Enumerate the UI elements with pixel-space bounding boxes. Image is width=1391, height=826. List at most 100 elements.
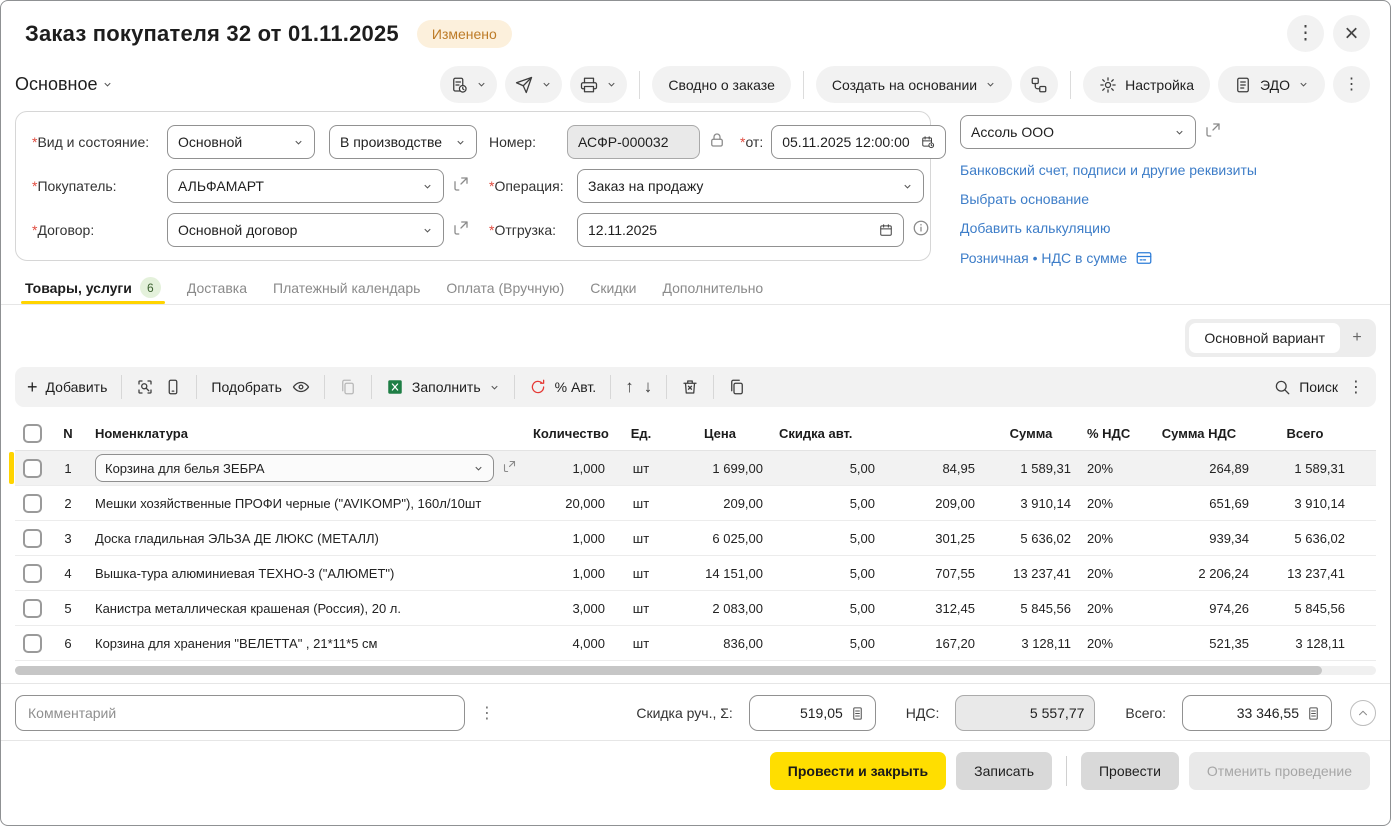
cell-sum[interactable]: 5 845,56 [983,601,1079,616]
col-nomenclature[interactable]: Номенклатура [87,426,525,441]
table-more-button[interactable]: ⋮ [1348,377,1364,397]
variant-add-button[interactable]: + [1342,329,1372,347]
move-row-down-button[interactable]: ↓ [644,377,653,397]
select-all-checkbox[interactable] [23,424,42,443]
date-field[interactable]: 05.11.2025 12:00:00 [771,125,946,159]
cell-sum[interactable]: 3 128,11 [983,636,1079,651]
print-button[interactable] [570,66,627,103]
cell-nomenclature[interactable]: Доска гладильная ЭЛЬЗА ДЕ ЛЮКС (МЕТАЛЛ) [87,531,525,546]
cell-discount-sum[interactable]: 301,25 [883,531,983,546]
cell-discount-percent[interactable]: 5,00 [771,636,883,651]
tab-discounts[interactable]: Скидки [590,271,636,304]
cell-vat-percent[interactable]: 20% [1079,601,1141,616]
cell-price[interactable]: 1 699,00 [669,461,771,476]
cell-nomenclature[interactable]: Вышка-тура алюминиевая ТЕХНО-3 ("АЛЮМЕТ"… [87,566,525,581]
cell-price[interactable]: 836,00 [669,636,771,651]
cell-discount-sum[interactable]: 707,55 [883,566,983,581]
cell-discount-percent[interactable]: 5,00 [771,601,883,616]
post-and-close-button[interactable]: Провести и закрыть [770,752,946,790]
contract-select[interactable]: Основной договор [167,213,444,247]
cell-price[interactable]: 209,00 [669,496,771,511]
bank-requisites-link[interactable]: Банковский счет, подписи и другие реквиз… [960,162,1380,178]
pick-items-button[interactable]: Подобрать [211,379,282,395]
edo-button[interactable]: ЭДО [1218,66,1325,103]
copy-row-button[interactable] [728,378,746,396]
cell-quantity[interactable]: 1,000 [525,531,613,546]
posting-report-button[interactable] [440,66,497,103]
cell-vat-percent[interactable]: 20% [1079,566,1141,581]
col-vat-sum[interactable]: Сумма НДС [1141,426,1257,441]
table-row[interactable]: 4 Вышка-тура алюминиевая ТЕХНО-3 ("АЛЮМЕ… [15,556,1376,591]
cell-sum[interactable]: 13 237,41 [983,566,1079,581]
cell-quantity[interactable]: 20,000 [525,496,613,511]
post-button[interactable]: Провести [1081,752,1179,790]
tab-additional[interactable]: Дополнительно [662,271,763,304]
table-row[interactable]: 2 Мешки хозяйственные ПРОФИ черные ("AVI… [15,486,1376,521]
table-row[interactable]: 1 Корзина для белья ЗЕБРА 1,000 шт 1 699… [15,451,1376,486]
col-auto-discount[interactable]: Скидка авт. [771,426,883,441]
cell-quantity[interactable]: 4,000 [525,636,613,651]
table-row[interactable]: 5 Канистра металлическая крашеная (Росси… [15,591,1376,626]
col-total[interactable]: Всего [1257,426,1353,441]
cell-discount-sum[interactable]: 84,95 [883,461,983,476]
cell-vat-percent[interactable]: 20% [1079,531,1141,546]
shipment-date-field[interactable]: 12.11.2025 [577,213,904,247]
organization-select[interactable]: Ассоль ООО [960,115,1196,149]
row-checkbox[interactable] [23,634,42,653]
tab-payment-calendar[interactable]: Платежный календарь [273,271,420,304]
kind-select[interactable]: Основной [167,125,315,159]
move-row-up-button[interactable]: ↑ [625,377,634,397]
col-sum[interactable]: Сумма [983,426,1079,441]
view-button[interactable] [292,378,310,396]
open-contract-button[interactable] [452,219,470,242]
cell-discount-sum[interactable]: 312,45 [883,601,983,616]
customer-select[interactable]: АЛЬФАМАРТ [167,169,444,203]
comment-more-button[interactable]: ⋮ [479,703,495,723]
state-select[interactable]: В производстве [329,125,477,159]
add-calculation-link[interactable]: Добавить калькуляцию [960,220,1380,236]
cell-discount-percent[interactable]: 5,00 [771,496,883,511]
cell-sum[interactable]: 3 910,14 [983,496,1079,511]
fill-button[interactable]: Заполнить [386,378,500,396]
delete-row-button[interactable] [681,378,699,396]
collapse-table-button[interactable] [1350,700,1376,726]
nomenclature-combobox[interactable]: Корзина для белья ЗЕБРА [95,454,494,482]
cell-nomenclature[interactable]: Мешки хозяйственные ПРОФИ черные ("AVIKO… [87,496,525,511]
open-nomenclature-button[interactable] [502,459,517,477]
cell-nomenclature[interactable]: Корзина для хранения "ВЕЛЕТТА" , 21*11*5… [87,636,525,651]
section-menu[interactable]: Основное [15,74,113,95]
tab-products-services[interactable]: Товары, услуги 6 [25,271,161,304]
add-row-button[interactable]: + Добавить [27,377,107,398]
manual-discount-field[interactable]: 519,05 [749,695,876,731]
scan-barcode-button[interactable] [136,378,154,396]
cell-quantity[interactable]: 1,000 [525,566,613,581]
cell-sum[interactable]: 5 636,02 [983,531,1079,546]
cell-discount-percent[interactable]: 5,00 [771,531,883,546]
tab-payment-manual[interactable]: Оплата (Вручную) [446,271,564,304]
send-button[interactable] [505,66,562,103]
cell-quantity[interactable]: 3,000 [525,601,613,616]
cell-nomenclature[interactable]: Канистра металлическая крашеная (Россия)… [87,601,525,616]
row-checkbox[interactable] [23,599,42,618]
col-n[interactable]: N [49,426,87,441]
variant-main-button[interactable]: Основной вариант [1189,323,1340,353]
cell-vat-percent[interactable]: 20% [1079,636,1141,651]
shipment-info-icon[interactable] [912,219,930,242]
grand-total-field[interactable]: 33 346,55 [1182,695,1332,731]
choose-basis-link[interactable]: Выбрать основание [960,191,1380,207]
close-button[interactable]: × [1333,15,1370,52]
cell-vat-percent[interactable]: 20% [1079,496,1141,511]
search-button[interactable]: Поиск [1273,378,1338,396]
save-button[interactable]: Записать [956,752,1052,790]
open-organization-button[interactable] [1204,121,1222,144]
operation-select[interactable]: Заказ на продажу [577,169,924,203]
cell-discount-sum[interactable]: 209,00 [883,496,983,511]
tab-delivery[interactable]: Доставка [187,271,247,304]
cell-vat-percent[interactable]: 20% [1079,461,1141,476]
table-row[interactable]: 6 Корзина для хранения "ВЕЛЕТТА" , 21*11… [15,626,1376,661]
cell-discount-percent[interactable]: 5,00 [771,566,883,581]
col-vat-percent[interactable]: % НДС [1079,426,1141,441]
cell-discount-sum[interactable]: 167,20 [883,636,983,651]
settings-button[interactable]: Настройка [1083,66,1210,103]
number-lock[interactable] [708,131,726,154]
